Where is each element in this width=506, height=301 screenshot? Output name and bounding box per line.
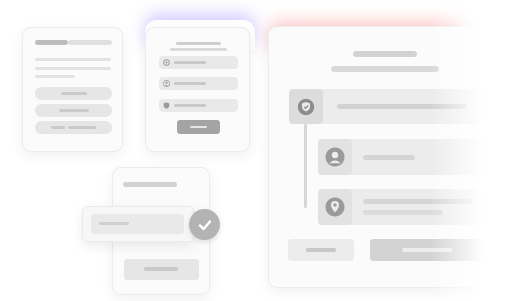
- step-3-row[interactable]: [318, 189, 489, 225]
- step-2-row[interactable]: [318, 139, 489, 175]
- main-title-bar: [353, 51, 417, 57]
- menu-submit-button[interactable]: [177, 120, 220, 134]
- check-circle-icon: [189, 209, 220, 240]
- step-2-label-bar: [363, 155, 415, 160]
- floating-input-card[interactable]: [82, 206, 194, 242]
- step-3-label-bar-2: [363, 210, 443, 215]
- step-3-label-bar-1: [363, 199, 473, 204]
- pill-button[interactable]: [35, 121, 112, 134]
- menu-item-settings[interactable]: [159, 56, 238, 69]
- pill-button[interactable]: [35, 104, 112, 117]
- step-1-label-bar: [337, 104, 467, 109]
- menu-card: [145, 27, 250, 152]
- menu-subtitle-bar: [170, 48, 227, 51]
- tab-inactive[interactable]: [68, 40, 112, 45]
- text-line: [35, 75, 75, 78]
- step-1-row[interactable]: [289, 89, 489, 124]
- step-3-icon-box: [318, 189, 352, 225]
- menu-item-security[interactable]: [159, 99, 238, 112]
- step-2-icon-box: [318, 139, 352, 175]
- step-1-icon-box: [289, 89, 323, 124]
- confirmation-submit-button[interactable]: [124, 259, 199, 280]
- gear-icon: [163, 59, 170, 66]
- text-line: [35, 67, 111, 70]
- location-pin-icon: [325, 197, 345, 217]
- shield-check-icon: [297, 98, 315, 116]
- shield-icon: [163, 102, 170, 109]
- user-icon: [325, 147, 345, 167]
- pill-button[interactable]: [35, 87, 112, 100]
- main-stepper-card: [268, 26, 489, 288]
- step-connector-line: [304, 124, 307, 208]
- text-line: [35, 58, 111, 61]
- next-button[interactable]: [370, 239, 489, 261]
- menu-item-profile[interactable]: [159, 77, 238, 90]
- confirmation-title-bar: [123, 182, 177, 187]
- list-card: [22, 27, 123, 152]
- tab-active[interactable]: [35, 40, 68, 45]
- user-icon: [163, 80, 170, 87]
- back-button[interactable]: [288, 239, 354, 261]
- floating-input-field[interactable]: [91, 214, 184, 234]
- main-subtitle-bar: [331, 66, 439, 72]
- menu-title-bar: [176, 42, 221, 45]
